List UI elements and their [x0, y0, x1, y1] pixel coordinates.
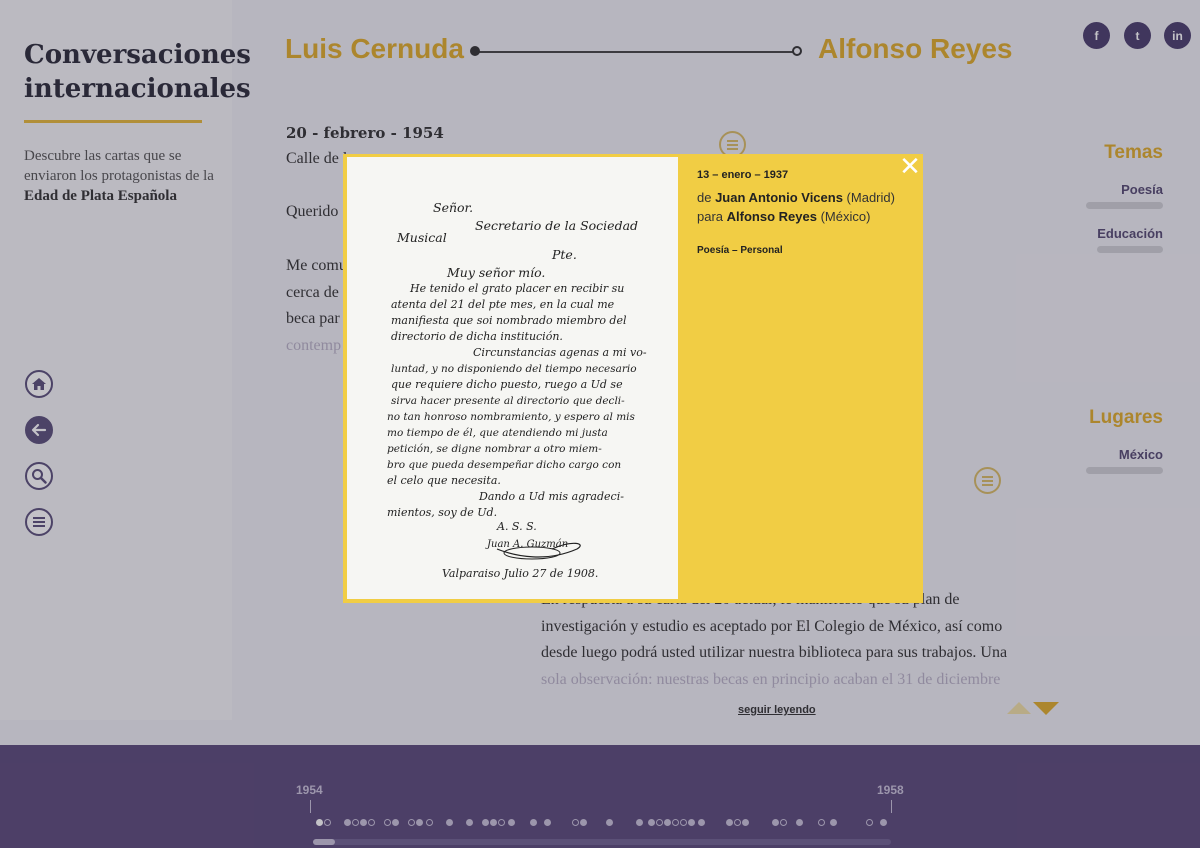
modal-recipient-place: (México)	[816, 209, 871, 224]
modal-tags: Poesía – Personal	[697, 245, 783, 256]
scan-line: A. S. S.	[496, 520, 537, 533]
scan-signature: Juan A. Guzmán	[485, 539, 568, 550]
modal-recipient: para Alfonso Reyes (México)	[697, 209, 870, 224]
scan-line: mientos, soy de Ud.	[387, 506, 497, 519]
scan-line: Dando a Ud mis agradeci-	[478, 490, 624, 503]
scan-line: Circunstancias agenas a mi vo-	[473, 346, 647, 359]
scan-line: luntad, y no disponiendo del tiempo nece…	[391, 363, 637, 375]
scan-line: no tan honroso nombramiento, y espero al…	[387, 411, 636, 423]
scan-line: Pte.	[551, 247, 577, 262]
modal-sender: de Juan Antonio Vicens (Madrid)	[697, 190, 895, 205]
letter-scan-image: Señor. Secretario de la Sociedad Musical…	[347, 157, 678, 599]
modal-sender-place: (Madrid)	[842, 190, 895, 205]
scan-line: Señor.	[433, 200, 473, 215]
scan-line: He tenido el grato placer en recibir su	[409, 282, 624, 295]
close-modal-button[interactable]: ✕	[898, 154, 922, 180]
scan-line: manifiesta que soi nombrado miembro del	[391, 314, 627, 327]
scan-line: mo tiempo de él, que atendiendo mi justa	[387, 427, 608, 439]
scan-line: Muy señor mío.	[446, 265, 545, 280]
scan-line: Valparaiso Julio 27 de 1908.	[442, 567, 598, 580]
modal-sender-name[interactable]: Juan Antonio Vicens	[715, 190, 843, 205]
scan-line: Musical	[396, 230, 447, 245]
modal-letter-date: 13 – enero – 1937	[697, 169, 789, 181]
scan-line: atenta del 21 del pte mes, en la cual me	[391, 298, 615, 311]
scan-line: Secretario de la Sociedad	[475, 218, 638, 233]
scan-line: bro que pueda desempeñar dicho cargo con	[387, 459, 621, 471]
modal-recipient-name[interactable]: Alfonso Reyes	[727, 209, 817, 224]
scan-line: el celo que necesita.	[387, 474, 501, 487]
scan-line: sirva hacer presente al directorio que d…	[391, 395, 625, 407]
modal-recipient-prefix: para	[697, 209, 727, 224]
scan-line: directorio de dicha institución.	[391, 330, 563, 343]
scan-line: que requiere dicho puesto, ruego a Ud se	[391, 378, 623, 391]
modal-sender-prefix: de	[697, 190, 716, 205]
scan-line: petición, se digne nombrar a otro miem-	[387, 443, 602, 455]
letter-scan: Señor. Secretario de la Sociedad Musical…	[347, 157, 678, 599]
